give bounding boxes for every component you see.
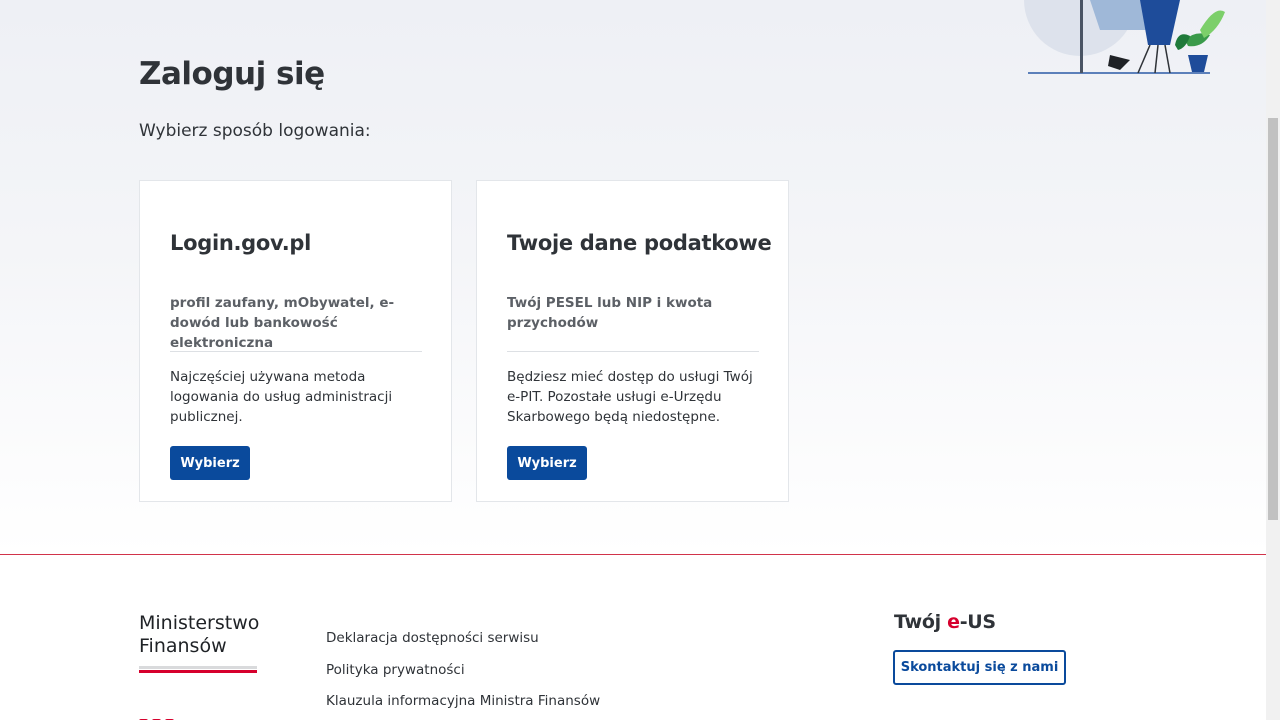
select-tax-data-button[interactable]: Wybierz bbox=[507, 446, 587, 480]
card-description: Twój PESEL lub NIP i kwota przychodów bbox=[507, 295, 713, 331]
accessibility-declaration-link[interactable]: Deklaracja dostępności serwisu bbox=[326, 629, 600, 647]
information-clause-link[interactable]: Klauzula informacyjna Ministra Finansów bbox=[326, 692, 600, 710]
page-title: Zaloguj się bbox=[139, 56, 325, 92]
logo-line-2: Finansów bbox=[139, 635, 227, 657]
brand-accent: e bbox=[947, 611, 960, 633]
ministry-of-finance-logo[interactable]: Ministerstwo Finansów bbox=[139, 612, 269, 673]
footer-links: Deklaracja dostępności serwisu Polityka … bbox=[326, 629, 600, 720]
partial-logo-icon bbox=[139, 712, 183, 720]
flag-white-stripe bbox=[139, 666, 257, 669]
footer-divider bbox=[0, 554, 1266, 555]
card-divider bbox=[170, 351, 422, 352]
login-option-card-tax-data: Twoje dane podatkowe Twój PESEL lub NIP … bbox=[476, 180, 789, 502]
office-chair-illustration bbox=[1024, 0, 1225, 74]
privacy-policy-link[interactable]: Polityka prywatności bbox=[326, 661, 600, 679]
login-option-card-login-gov: Login.gov.pl profil zaufany, mObywatel, … bbox=[139, 180, 452, 502]
card-text: Będziesz mieć dostęp do usługi Twój e-PI… bbox=[507, 369, 753, 425]
contact-us-button[interactable]: Skontaktuj się z nami bbox=[893, 650, 1066, 685]
card-title: Login.gov.pl bbox=[170, 231, 312, 255]
brand-suffix: -US bbox=[959, 611, 996, 633]
vertical-scrollbar[interactable] bbox=[1266, 0, 1280, 720]
brand-prefix: Twój bbox=[894, 611, 948, 633]
select-login-gov-button[interactable]: Wybierz bbox=[170, 446, 250, 480]
logo-line-1: Ministerstwo bbox=[139, 612, 260, 634]
flag-red-stripe bbox=[139, 670, 257, 673]
page-subtitle: Wybierz sposób logowania: bbox=[139, 121, 371, 141]
card-title: Twoje dane podatkowe bbox=[507, 231, 772, 255]
scrollbar-thumb[interactable] bbox=[1268, 118, 1278, 520]
card-text: Najczęściej używana metoda logowania do … bbox=[170, 369, 393, 425]
card-divider bbox=[507, 351, 759, 352]
twoj-eus-brand: Twój e-US bbox=[894, 611, 996, 633]
card-description: profil zaufany, mObywatel, e-dowód lub b… bbox=[170, 295, 395, 351]
